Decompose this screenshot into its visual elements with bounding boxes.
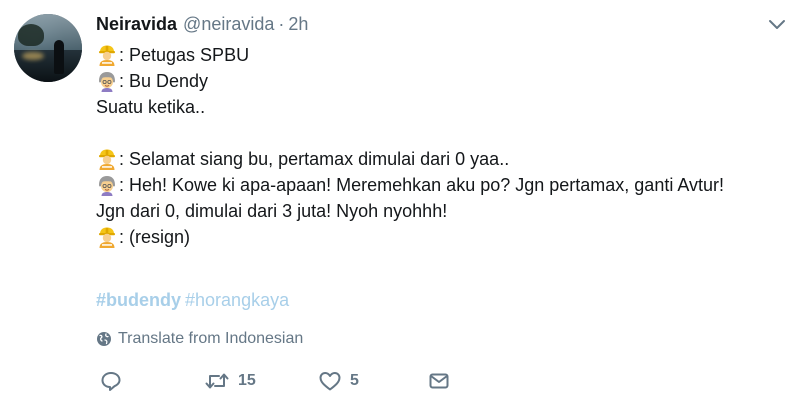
tweet-line: Jgn dari 0, dimulai dari 3 juta! Nyoh ny… bbox=[96, 198, 786, 224]
tweet-line: : Heh! Kowe ki apa-apaan! Meremehkan aku… bbox=[96, 172, 786, 198]
like-count: 5 bbox=[350, 372, 359, 389]
translate-label: Translate from Indonesian bbox=[118, 330, 304, 347]
tweet-line: : Bu Dendy bbox=[96, 68, 786, 94]
envelope-icon bbox=[429, 373, 449, 389]
separator-dot: · bbox=[278, 14, 285, 34]
translate-link[interactable]: Translate from Indonesian bbox=[96, 328, 303, 350]
construction-worker-emoji bbox=[99, 227, 115, 248]
tweet-line-text: : Bu Dendy bbox=[119, 71, 209, 91]
tweet-line-text: : Selamat siang bu, pertamax dimulai dar… bbox=[119, 149, 510, 169]
hashtags: #budendy #horangkaya bbox=[96, 288, 289, 312]
hashtag-horangkaya[interactable]: #horangkaya bbox=[185, 290, 289, 310]
tweet-text: : Petugas SPBU : Bu Dendy Suatu ketika.. … bbox=[96, 42, 786, 250]
author-handle[interactable]: @neiravida bbox=[183, 14, 274, 35]
older-woman-emoji bbox=[99, 72, 115, 92]
reply-icon bbox=[101, 372, 121, 391]
tweet-line: : Petugas SPBU bbox=[96, 42, 786, 68]
reply-button[interactable] bbox=[100, 368, 130, 394]
construction-worker-emoji bbox=[99, 149, 115, 170]
tweet-line-text: Jgn dari 0, dimulai dari 3 juta! Nyoh ny… bbox=[96, 201, 448, 221]
avatar[interactable] bbox=[14, 14, 82, 82]
tweet-line-text: : (resign) bbox=[119, 227, 191, 247]
action-bar: 15 5 bbox=[96, 368, 496, 394]
globe-icon bbox=[97, 332, 111, 346]
direct-message-button[interactable] bbox=[428, 368, 450, 394]
retweet-count: 15 bbox=[238, 372, 256, 389]
hashtag-budendy[interactable]: #budendy bbox=[96, 290, 181, 310]
heart-icon bbox=[319, 372, 341, 391]
tweet-line: Suatu ketika.. bbox=[96, 94, 786, 120]
tweet-line-text: : Heh! Kowe ki apa-apaan! Meremehkan aku… bbox=[119, 175, 725, 195]
older-woman-emoji bbox=[99, 176, 115, 196]
tweet-line-text: : Petugas SPBU bbox=[119, 45, 250, 65]
retweet-icon bbox=[205, 373, 229, 389]
tweet-line-text: Suatu ketika.. bbox=[96, 97, 206, 117]
construction-worker-emoji bbox=[99, 45, 115, 66]
tweet-line: : Selamat siang bu, pertamax dimulai dar… bbox=[96, 146, 786, 172]
tweet-line: : (resign) bbox=[96, 224, 786, 250]
like-button[interactable]: 5 bbox=[318, 368, 359, 394]
tweet-header: Neiravida @neiravida · 2h bbox=[96, 14, 308, 36]
tweet-timestamp[interactable]: 2h bbox=[288, 14, 308, 35]
author-name[interactable]: Neiravida bbox=[96, 14, 177, 35]
chevron-down-icon[interactable] bbox=[768, 18, 786, 32]
retweet-button[interactable]: 15 bbox=[204, 368, 256, 394]
